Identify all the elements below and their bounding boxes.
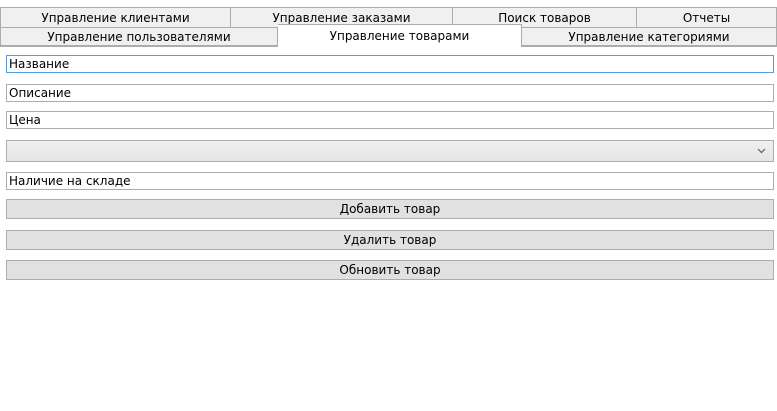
tab-users[interactable]: Управление пользователями [0, 27, 278, 46]
add-product-button[interactable]: Добавить товар [6, 199, 774, 219]
product-description-input[interactable] [6, 84, 774, 102]
app-window: Управление клиентами Управление заказами… [0, 0, 777, 411]
chevron-down-icon[interactable] [753, 143, 769, 159]
category-select[interactable] [6, 140, 774, 162]
product-name-input[interactable] [6, 55, 774, 73]
product-price-input[interactable] [6, 111, 774, 129]
tab-customers[interactable]: Управление клиентами [0, 7, 231, 27]
tab-reports[interactable]: Отчеты [637, 7, 777, 27]
update-product-button[interactable]: Обновить товар [6, 260, 774, 280]
products-panel: Добавить товар Удалить товар Обновить то… [0, 46, 777, 411]
product-stock-input[interactable] [6, 172, 774, 190]
tab-products[interactable]: Управление товарами [278, 24, 522, 47]
tab-categories[interactable]: Управление категориями [522, 27, 777, 46]
delete-product-button[interactable]: Удалить товар [6, 230, 774, 250]
tab-row-bottom: Управление пользователями Управление тов… [0, 24, 777, 47]
